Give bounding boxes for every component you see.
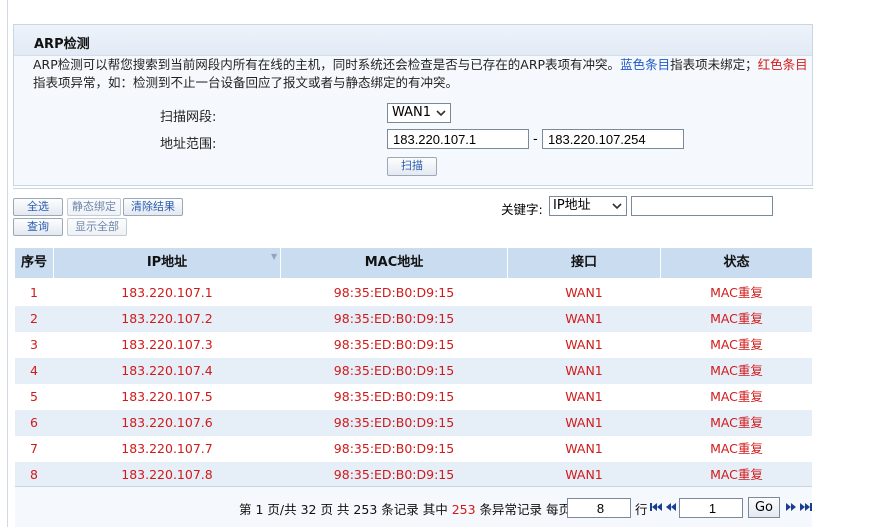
panel-description: ARP检测可以帮您搜索到当前网段内所有在线的主机，同时系统还会检查是否与已存在的… xyxy=(33,56,808,92)
range-end-input[interactable] xyxy=(542,129,684,149)
go-button[interactable]: Go xyxy=(748,497,780,518)
header-ip[interactable]: IP地址 xyxy=(54,248,280,278)
scan-button[interactable]: 扫描 xyxy=(387,157,437,176)
table-row[interactable]: 2 183.220.107.2 98:35:ED:B0:D9:15 WAN1 M… xyxy=(15,306,812,332)
cell-ip: 183.220.107.5 xyxy=(121,389,213,404)
frame-border xyxy=(7,0,8,527)
sort-icon[interactable]: ▼ xyxy=(271,252,277,261)
panel-title: ARP检测 xyxy=(34,37,90,52)
desc-text-2: 指表项未绑定； xyxy=(670,57,758,72)
cell-status: MAC重复 xyxy=(710,467,763,482)
keyword-label: 关键字: xyxy=(501,202,543,217)
chevron-down-icon xyxy=(436,110,446,117)
cell-mac: 98:35:ED:B0:D9:15 xyxy=(333,467,455,482)
cell-status: MAC重复 xyxy=(710,337,763,352)
cell-ip: 183.220.107.3 xyxy=(121,337,213,352)
pager-summary: 第 1 页/共 32 页 共 253 条记录 其中 253 条异常记录 每页 xyxy=(239,499,571,518)
cell-interface: WAN1 xyxy=(565,467,603,482)
arp-detection-page: ARP检测 ARP检测可以帮您搜索到当前网段内所有在线的主机，同时系统还会检查是… xyxy=(0,0,882,527)
cell-interface: WAN1 xyxy=(565,337,603,352)
range-dash: - xyxy=(533,132,538,147)
cell-interface: WAN1 xyxy=(565,311,603,326)
scan-segment-select[interactable]: WAN1 xyxy=(387,103,451,123)
cell-index: 4 xyxy=(30,363,38,378)
cell-mac: 98:35:ED:B0:D9:15 xyxy=(333,415,455,430)
cell-index: 2 xyxy=(30,311,38,326)
show-all-button[interactable]: 显示全部 xyxy=(67,218,127,236)
cell-index: 3 xyxy=(30,337,38,352)
desc-text-3: 指表项异常，如：检测到不止一台设备回应了报文或者与静态绑定的有冲突。 xyxy=(33,75,459,90)
next-page-icon[interactable] xyxy=(784,501,798,513)
prev-page-icon[interactable] xyxy=(664,501,678,513)
range-label: 地址范围: xyxy=(160,137,217,152)
cell-ip: 183.220.107.1 xyxy=(121,285,213,300)
cell-interface: WAN1 xyxy=(565,285,603,300)
cell-index: 7 xyxy=(30,441,38,456)
cell-status: MAC重复 xyxy=(710,441,763,456)
header-status: 状态 xyxy=(723,255,750,270)
cell-interface: WAN1 xyxy=(565,441,603,456)
cell-status: MAC重复 xyxy=(710,285,763,300)
static-bind-button[interactable]: 静态绑定 xyxy=(67,198,121,216)
section-divider xyxy=(13,188,813,189)
rows-unit-label: 行 xyxy=(635,502,648,517)
table-row[interactable]: 4 183.220.107.4 98:35:ED:B0:D9:15 WAN1 M… xyxy=(15,358,812,384)
cell-ip: 183.220.107.4 xyxy=(121,363,213,378)
keyword-select-value: IP地址 xyxy=(553,198,591,213)
panel-header: ARP检测 xyxy=(14,25,812,56)
keyword-select[interactable]: IP地址 xyxy=(549,196,627,216)
table-row[interactable]: 8 183.220.107.8 98:35:ED:B0:D9:15 WAN1 M… xyxy=(15,462,812,488)
table-row[interactable]: 3 183.220.107.3 98:35:ED:B0:D9:15 WAN1 M… xyxy=(15,332,812,358)
cell-status: MAC重复 xyxy=(710,311,763,326)
table-row[interactable]: 6 183.220.107.6 98:35:ED:B0:D9:15 WAN1 M… xyxy=(15,410,812,436)
header-interface: 接口 xyxy=(570,255,597,270)
cell-ip: 183.220.107.6 xyxy=(121,415,213,430)
cell-index: 8 xyxy=(30,467,38,482)
header-mac: MAC地址 xyxy=(364,255,424,270)
cell-ip: 183.220.107.2 xyxy=(121,311,213,326)
clear-results-button[interactable]: 清除结果 xyxy=(123,198,183,216)
cell-mac: 98:35:ED:B0:D9:15 xyxy=(333,389,455,404)
cell-ip: 183.220.107.7 xyxy=(121,441,213,456)
keyword-input[interactable] xyxy=(631,196,773,216)
cell-index: 5 xyxy=(30,389,38,404)
header-index: 序号 xyxy=(20,255,47,270)
query-button[interactable]: 查询 xyxy=(13,218,63,236)
cell-mac: 98:35:ED:B0:D9:15 xyxy=(333,285,455,300)
cell-index: 6 xyxy=(30,415,38,430)
desc-text-1: ARP检测可以帮您搜索到当前网段内所有在线的主机，同时系统还会检查是否与已存在的… xyxy=(33,57,621,72)
table-header: 序号 IP地址 ▼ MAC地址 接口 状态 xyxy=(15,248,812,278)
cell-mac: 98:35:ED:B0:D9:15 xyxy=(333,337,455,352)
cell-interface: WAN1 xyxy=(565,389,603,404)
table-row[interactable]: 7 183.220.107.7 98:35:ED:B0:D9:15 WAN1 M… xyxy=(15,436,812,462)
cell-status: MAC重复 xyxy=(710,415,763,430)
cell-mac: 98:35:ED:B0:D9:15 xyxy=(333,441,455,456)
select-all-button[interactable]: 全选 xyxy=(13,198,63,216)
pager-summary-prefix: 第 1 页/共 32 页 共 253 条记录 其中 xyxy=(239,502,452,517)
first-page-icon[interactable] xyxy=(649,501,663,513)
last-page-icon[interactable] xyxy=(799,501,813,513)
cell-interface: WAN1 xyxy=(565,363,603,378)
red-entry-label: 红色条目 xyxy=(757,57,808,72)
cell-mac: 98:35:ED:B0:D9:15 xyxy=(333,311,455,326)
pager-summary-suffix: 条异常记录 每页 xyxy=(475,502,572,517)
cell-mac: 98:35:ED:B0:D9:15 xyxy=(333,363,455,378)
table-row[interactable]: 5 183.220.107.5 98:35:ED:B0:D9:15 WAN1 M… xyxy=(15,384,812,410)
table-row[interactable]: 1 183.220.107.1 98:35:ED:B0:D9:15 WAN1 M… xyxy=(15,280,812,306)
cell-ip: 183.220.107.8 xyxy=(121,467,213,482)
cell-index: 1 xyxy=(30,285,38,300)
cell-interface: WAN1 xyxy=(565,415,603,430)
range-start-input[interactable] xyxy=(387,129,529,149)
scan-segment-value: WAN1 xyxy=(392,105,432,120)
blue-entry-label: 蓝色条目 xyxy=(620,57,671,72)
abnormal-count: 253 xyxy=(451,502,476,517)
chevron-down-icon xyxy=(612,203,622,210)
cell-status: MAC重复 xyxy=(710,363,763,378)
scan-segment-label: 扫描网段: xyxy=(160,110,217,125)
page-number-input[interactable] xyxy=(679,498,743,518)
cell-status: MAC重复 xyxy=(710,389,763,404)
per-page-input[interactable] xyxy=(567,498,631,518)
